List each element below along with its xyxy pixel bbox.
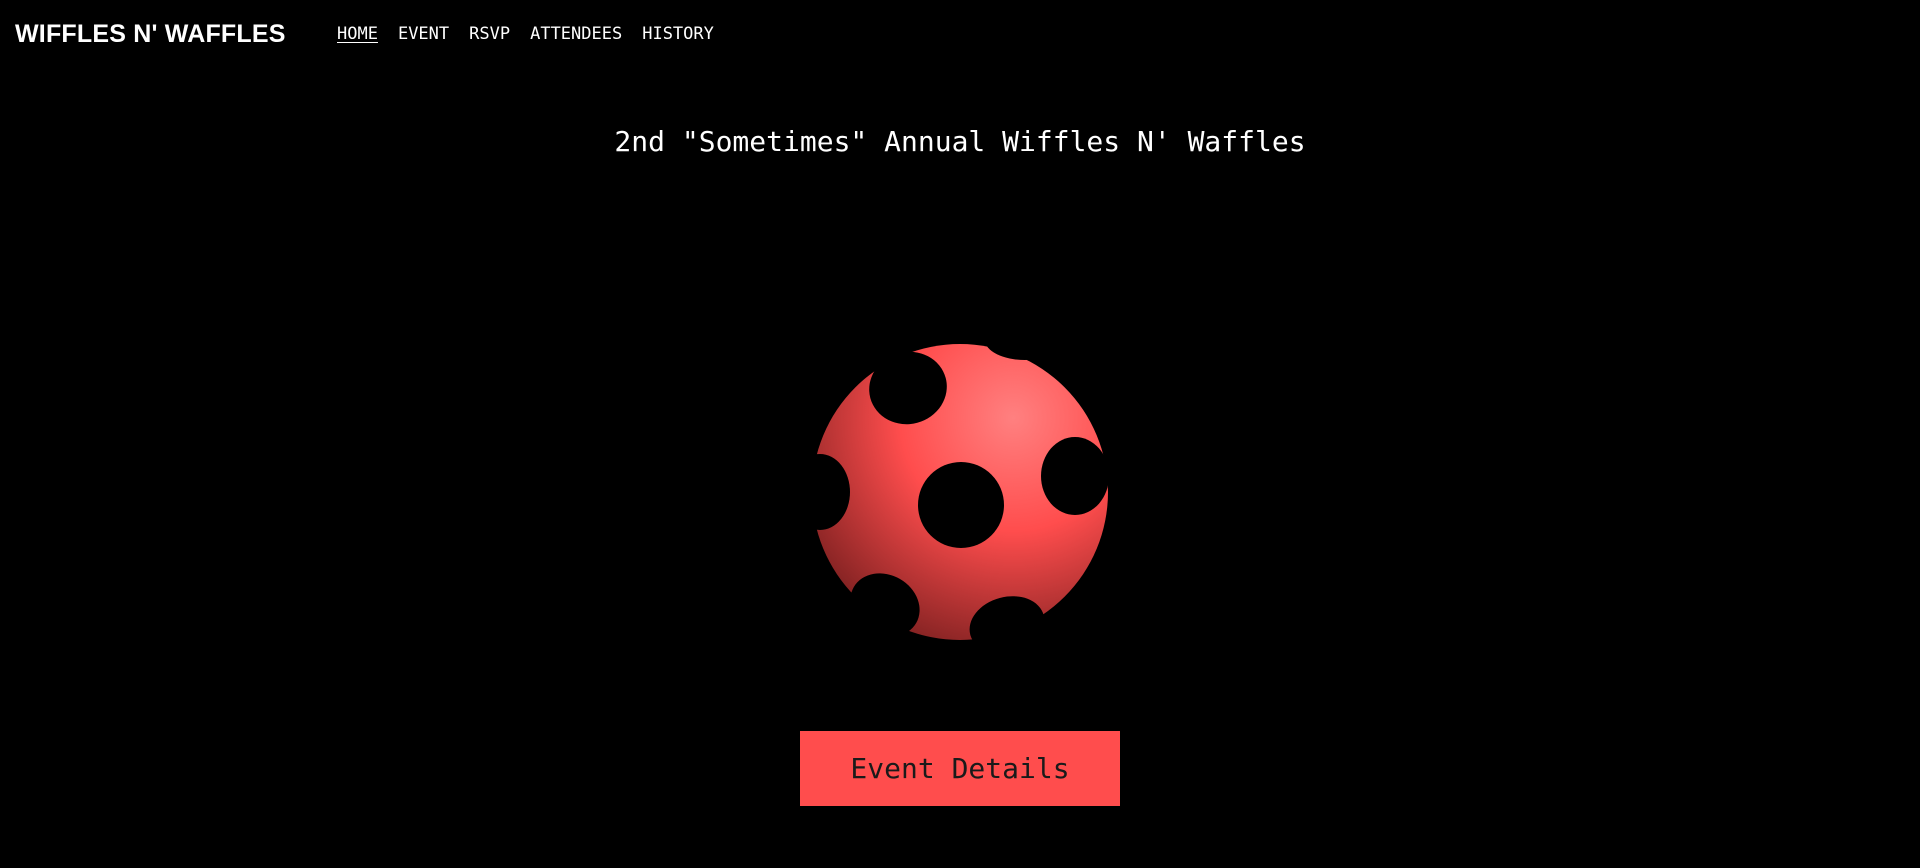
top-navigation-bar: WIFFLES N' WAFFLES HOME EVENT RSVP ATTEN…	[0, 0, 1920, 70]
nav-link-attendees[interactable]: ATTENDEES	[530, 24, 622, 44]
main-nav: HOME EVENT RSVP ATTENDEES HISTORY	[337, 24, 714, 44]
event-details-button[interactable]: Event Details	[800, 731, 1120, 806]
site-logo-text[interactable]: WIFFLES N' WAFFLES	[15, 20, 286, 49]
nav-link-home[interactable]: HOME	[337, 24, 378, 44]
page-title: 2nd "Sometimes" Annual Wiffles N' Waffle…	[614, 125, 1306, 158]
nav-link-rsvp[interactable]: RSVP	[469, 24, 510, 44]
wiffle-ball-icon	[810, 340, 1110, 645]
nav-link-history[interactable]: HISTORY	[642, 24, 714, 44]
nav-link-event[interactable]: EVENT	[398, 24, 449, 44]
